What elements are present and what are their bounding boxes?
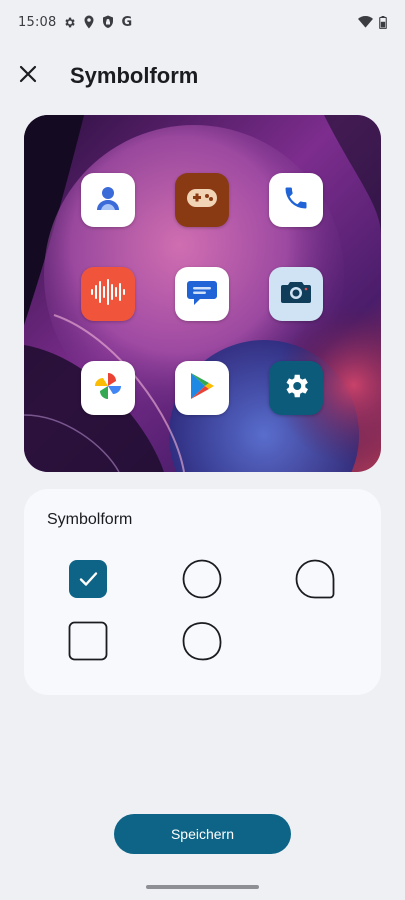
save-button[interactable]: Speichern bbox=[114, 814, 291, 854]
phone-app-icon bbox=[269, 173, 323, 227]
shape-option-pebble[interactable] bbox=[180, 619, 224, 663]
icon-shape-card: Symbolform bbox=[24, 489, 381, 695]
status-time: 15:08 bbox=[18, 14, 57, 30]
recorder-app-icon bbox=[81, 267, 135, 321]
play-store-app-icon bbox=[175, 361, 229, 415]
google-icon: G bbox=[121, 14, 133, 30]
status-bar: 15:08 G bbox=[0, 0, 405, 44]
shape-option-rounded-square[interactable] bbox=[66, 557, 110, 601]
gesture-nav-handle[interactable] bbox=[146, 885, 259, 889]
icon-shape-preview bbox=[24, 115, 381, 472]
photos-app-icon bbox=[81, 361, 135, 415]
shape-option-circle[interactable] bbox=[180, 557, 224, 601]
close-icon bbox=[19, 65, 37, 88]
camera-icon bbox=[280, 279, 312, 310]
camera-app-icon bbox=[269, 267, 323, 321]
wifi-icon bbox=[358, 16, 373, 28]
shape-option-square[interactable] bbox=[66, 619, 110, 663]
contacts-icon bbox=[93, 183, 123, 218]
settings-app-icon bbox=[269, 361, 323, 415]
location-icon bbox=[83, 15, 95, 29]
messages-app-icon bbox=[175, 267, 229, 321]
shield-icon bbox=[102, 15, 114, 29]
gear-icon bbox=[63, 16, 76, 29]
soundwave-icon bbox=[89, 278, 127, 310]
settings-gear-icon bbox=[281, 371, 311, 406]
chat-icon bbox=[186, 277, 218, 312]
app-bar: Symbolform bbox=[0, 54, 405, 98]
games-app-icon bbox=[175, 173, 229, 227]
play-icon bbox=[188, 371, 216, 406]
page-title: Symbolform bbox=[70, 63, 199, 88]
battery-icon bbox=[379, 15, 387, 29]
contacts-app-icon bbox=[81, 173, 135, 227]
gamepad-icon bbox=[186, 186, 218, 215]
card-title: Symbolform bbox=[47, 511, 133, 528]
close-button[interactable] bbox=[12, 60, 44, 92]
pinwheel-icon bbox=[92, 370, 124, 407]
phone-icon bbox=[282, 184, 310, 217]
shape-option-teardrop[interactable] bbox=[293, 557, 337, 601]
